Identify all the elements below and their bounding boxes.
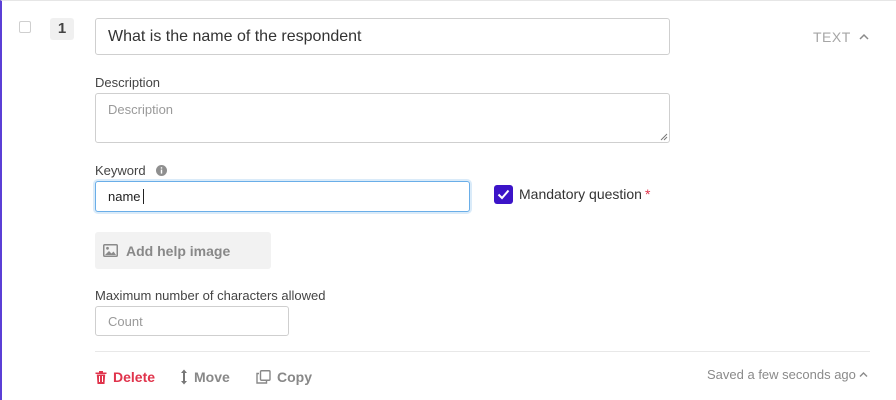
collapse-chevron-up-icon[interactable] (859, 371, 868, 378)
copy-label: Copy (277, 369, 312, 385)
required-asterisk: * (644, 186, 651, 202)
copy-icon (256, 370, 271, 384)
question-card: 1 TEXT Description Keyword Mandatory que… (0, 0, 896, 400)
max-chars-label: Maximum number of characters allowed (95, 288, 326, 303)
add-help-image-label: Add help image (126, 242, 231, 259)
image-icon (103, 244, 118, 257)
description-textarea[interactable] (95, 93, 670, 143)
move-vertical-icon (181, 369, 187, 385)
collapse-chevron-up-icon[interactable] (859, 33, 869, 41)
footer-divider (95, 351, 870, 352)
trash-icon (95, 370, 107, 384)
saved-status-text: Saved a few seconds ago (707, 367, 856, 382)
mandatory-question-label[interactable]: Mandatory question * (519, 186, 650, 202)
keyword-label: Keyword (95, 163, 146, 178)
question-title-input[interactable] (95, 18, 670, 55)
move-button[interactable]: Move (180, 369, 230, 385)
mandatory-label-text: Mandatory question (519, 186, 642, 202)
delete-label: Delete (113, 369, 156, 385)
keyword-input[interactable] (95, 181, 470, 212)
description-label: Description (95, 75, 161, 90)
copy-button[interactable]: Copy (256, 369, 312, 385)
text-cursor (143, 189, 144, 204)
delete-button[interactable]: Delete (95, 369, 155, 385)
move-label: Move (194, 369, 230, 385)
question-number-badge: 1 (50, 18, 74, 40)
add-help-image-button[interactable]: Add help image (95, 232, 271, 269)
select-question-checkbox[interactable] (19, 21, 31, 33)
max-chars-count-input[interactable] (95, 306, 289, 336)
checkmark-icon (497, 189, 510, 200)
info-icon[interactable] (156, 165, 167, 176)
mandatory-checkbox[interactable] (494, 185, 513, 204)
question-type-label[interactable]: TEXT (813, 29, 851, 45)
resize-grip-icon[interactable] (658, 131, 668, 141)
